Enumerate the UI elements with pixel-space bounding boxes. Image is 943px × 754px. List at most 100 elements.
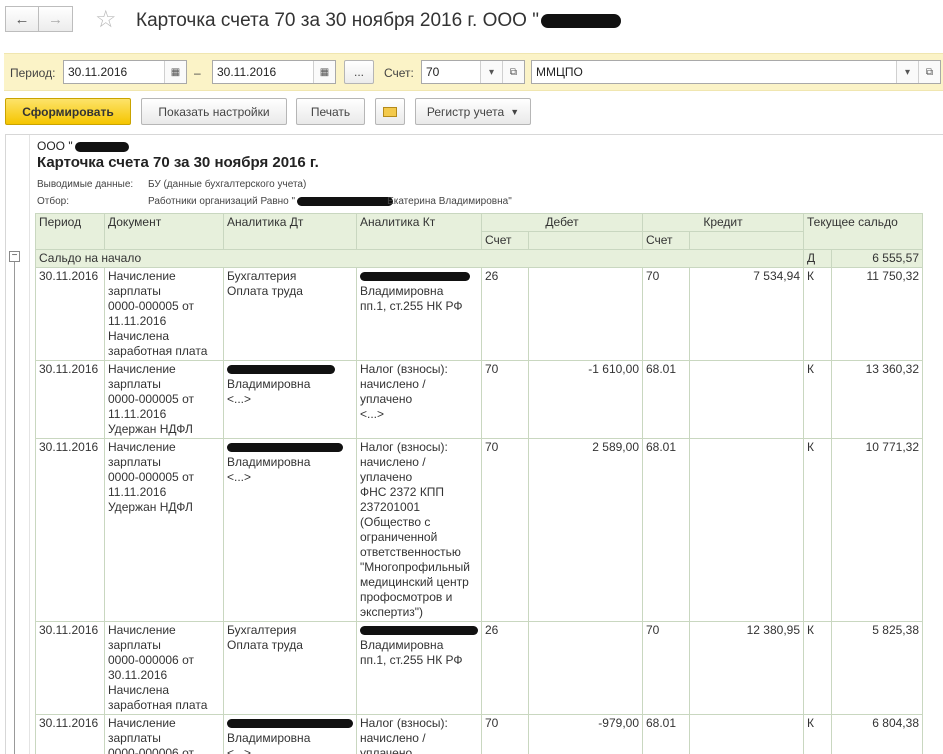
forward-button[interactable]: → bbox=[39, 6, 73, 32]
cell-line: Начислена bbox=[108, 329, 170, 343]
show-settings-button[interactable]: Показать настройки bbox=[141, 98, 287, 125]
cell-credit-account: 68.01 bbox=[642, 714, 690, 754]
open-window-icon[interactable]: ⧉ bbox=[502, 61, 524, 83]
cell-period: 30.11.2016 bbox=[35, 438, 105, 622]
organization-field[interactable]: ММЦПО ▾ ⧉ bbox=[531, 60, 941, 84]
envelope-icon bbox=[383, 106, 397, 117]
cell-credit-sum bbox=[689, 714, 804, 754]
cell-analytics-kt: Налог (взносы): начислено / уплачено bbox=[356, 714, 482, 754]
table-row[interactable]: 30.11.2016 Начисление зарплаты 0000-000006 … bbox=[35, 621, 923, 715]
cell-line: 11.11.2016 bbox=[108, 314, 167, 328]
filter-value: Работники организаций Равно " Екатерина В… bbox=[148, 196, 512, 207]
period-select-button[interactable]: ... bbox=[344, 60, 374, 84]
cell-debit-account: 26 bbox=[481, 621, 529, 715]
cell-line: <...> bbox=[227, 392, 252, 406]
back-button[interactable]: ← bbox=[5, 6, 39, 32]
cell-line: Владимировна bbox=[227, 731, 311, 745]
cell-balance-value: 10 771,32 bbox=[831, 438, 923, 622]
header-debit-account: Счет bbox=[481, 231, 529, 250]
cell-line: зарплаты bbox=[108, 284, 161, 298]
chevron-down-icon[interactable]: ▾ bbox=[896, 61, 918, 83]
cell-line: ФНС 2372 КПП bbox=[360, 485, 445, 499]
cell-balance-value: 6 804,38 bbox=[831, 714, 923, 754]
cell-debit-account: 70 bbox=[481, 360, 529, 439]
cell-line: Начисление bbox=[108, 269, 176, 283]
cell-line bbox=[227, 440, 353, 455]
cell-analytics-dt: Владимировна <...> bbox=[223, 438, 357, 622]
cell-credit-sum bbox=[689, 438, 804, 622]
cell-line bbox=[227, 362, 353, 377]
cell-line: 0000-000005 от bbox=[108, 470, 194, 484]
table-row[interactable]: 30.11.2016 Начисление зарплаты 0000-000005 … bbox=[35, 438, 923, 622]
cell-line: Владимировна bbox=[227, 455, 311, 469]
register-button[interactable]: Регистр учета ▼ bbox=[415, 98, 531, 125]
cell-debit-sum bbox=[528, 267, 643, 361]
cell-balance-value: 11 750,32 bbox=[831, 267, 923, 361]
arrow-left-icon: ← bbox=[14, 10, 30, 28]
cell-analytics-dt: Бухгалтерия Оплата труда bbox=[223, 267, 357, 361]
cell-line: (Общество с bbox=[360, 515, 431, 529]
email-button[interactable] bbox=[375, 98, 405, 125]
redaction-mark bbox=[540, 13, 621, 28]
cell-line: "Многопрофильный bbox=[360, 560, 470, 574]
chevron-down-icon[interactable]: ▾ bbox=[480, 61, 502, 83]
chevron-down-icon: ▼ bbox=[510, 106, 520, 117]
cell-line: пп.1, ст.255 НК РФ bbox=[360, 299, 463, 313]
calendar-icon[interactable]: ▦ bbox=[313, 61, 335, 83]
table-row[interactable]: 30.11.2016 Начисление зарплаты 0000-000005 … bbox=[35, 360, 923, 439]
cell-credit-sum: 7 534,94 bbox=[689, 267, 804, 361]
cell-credit-account: 68.01 bbox=[642, 360, 690, 439]
collapse-icon[interactable]: − bbox=[9, 251, 20, 262]
cell-line: 0000-000005 от bbox=[108, 299, 194, 313]
cell-line: 0000-000005 от bbox=[108, 392, 194, 406]
cell-line: Начисление bbox=[108, 440, 176, 454]
cell-line: медицинский центр bbox=[360, 575, 469, 589]
print-button[interactable]: Печать bbox=[296, 98, 365, 125]
cell-line: профосмотров и bbox=[360, 590, 453, 604]
cell-line: зарплаты bbox=[108, 455, 161, 469]
cell-line: начислено / bbox=[360, 377, 426, 391]
cell-line: Начислена bbox=[108, 683, 170, 697]
cell-line: начислено / bbox=[360, 731, 426, 745]
open-window-icon[interactable]: ⧉ bbox=[918, 61, 940, 83]
cell-document: Начисление зарплаты 0000-000005 от 11.11.20… bbox=[104, 267, 224, 361]
table-row[interactable]: 30.11.2016 Начисление зарплаты 0000-000006 … bbox=[35, 714, 923, 754]
cell-line: уплачено bbox=[360, 746, 413, 754]
redaction-mark bbox=[74, 141, 129, 152]
header-document: Документ bbox=[104, 213, 224, 250]
report-area: − ООО " Карточка счета 70 за 30 ноября 2… bbox=[5, 134, 943, 754]
cell-document: Начисление зарплаты 0000-000005 от 11.11.20… bbox=[104, 360, 224, 439]
cell-line: Оплата труда bbox=[227, 638, 303, 652]
account-field[interactable]: 70 ▾ ⧉ bbox=[421, 60, 525, 84]
cell-analytics-kt: Владимировна пп.1, ст.255 НК РФ bbox=[356, 267, 482, 361]
cell-line: Начисление bbox=[108, 362, 176, 376]
cell-line bbox=[360, 623, 478, 638]
cell-debit-account: 70 bbox=[481, 714, 529, 754]
cell-debit-sum: -979,00 bbox=[528, 714, 643, 754]
opening-balance-label: Сальдо на начало bbox=[35, 249, 804, 268]
cell-period: 30.11.2016 bbox=[35, 714, 105, 754]
report-title: Карточка счета 70 за 30 ноября 2016 г. bbox=[37, 154, 319, 171]
cell-debit-sum bbox=[528, 621, 643, 715]
cell-document: Начисление зарплаты 0000-000005 от 11.11.20… bbox=[104, 438, 224, 622]
output-label: Выводимые данные: bbox=[37, 179, 134, 190]
period-from-field[interactable]: 30.11.2016 ▦ bbox=[63, 60, 187, 84]
opening-balance-value: 6 555,57 bbox=[831, 249, 923, 268]
period-dash: – bbox=[194, 66, 201, 80]
header-credit-account: Счет bbox=[642, 231, 690, 250]
period-to-field[interactable]: 30.11.2016 ▦ bbox=[212, 60, 336, 84]
cell-line: Налог (взносы): bbox=[360, 716, 448, 730]
table-row[interactable]: 30.11.2016 Начисление зарплаты 0000-000005 … bbox=[35, 267, 923, 361]
generate-button[interactable]: Сформировать bbox=[5, 98, 131, 125]
header-period: Период bbox=[35, 213, 105, 250]
cell-line: 30.11.2016 bbox=[108, 668, 168, 682]
cell-analytics-kt: Налог (взносы): начислено / уплачено <...> bbox=[356, 360, 482, 439]
cell-line: зарплаты bbox=[108, 377, 161, 391]
page-title: Карточка счета 70 за 30 ноября 2016 г. О… bbox=[136, 10, 621, 32]
cell-line bbox=[360, 269, 478, 284]
redaction-mark bbox=[227, 365, 335, 375]
cell-credit-account: 70 bbox=[642, 621, 690, 715]
star-icon[interactable]: ☆ bbox=[95, 6, 117, 34]
calendar-icon[interactable]: ▦ bbox=[164, 61, 186, 83]
group-line bbox=[14, 262, 15, 754]
